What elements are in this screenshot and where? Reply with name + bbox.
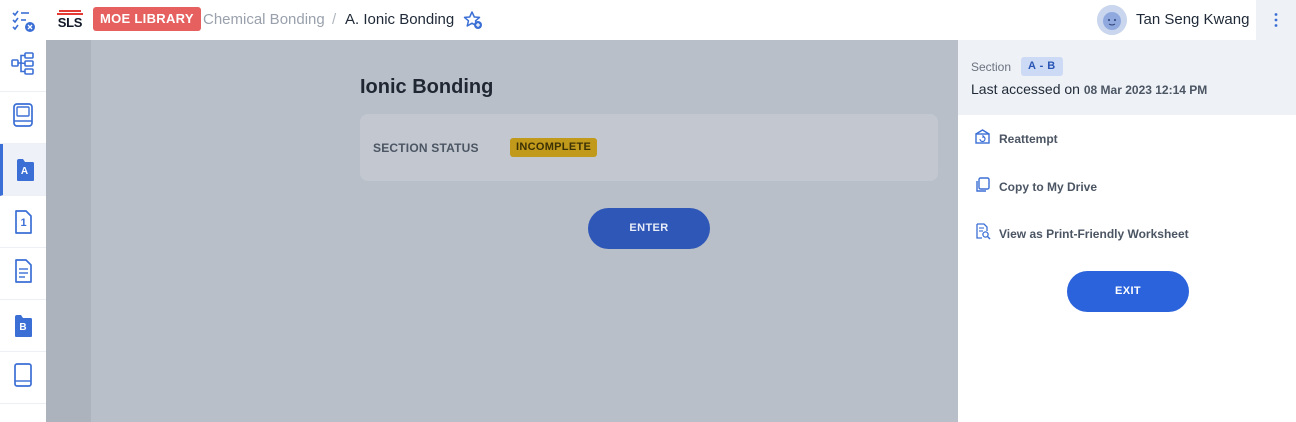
rail-item-end[interactable]: [0, 352, 46, 404]
tree-structure-icon: [10, 50, 36, 81]
section-options-panel: Section A - B Last accessed on 08 Mar 20…: [958, 40, 1296, 422]
rail-item-page-1[interactable]: 1: [0, 196, 46, 248]
page-1-number: 1: [20, 216, 27, 229]
section-b-icon: B: [12, 313, 34, 339]
sls-logo[interactable]: SLS: [57, 10, 83, 30]
reattempt-label: Reattempt: [999, 132, 1058, 146]
menu-checklist-icon[interactable]: [10, 8, 36, 34]
reattempt-action[interactable]: Reattempt: [974, 129, 1058, 149]
moe-library-badge: MOE LIBRARY: [93, 7, 201, 31]
section-label: Section: [971, 60, 1012, 74]
section-a-letter: A: [20, 165, 29, 177]
avatar[interactable]: [1097, 5, 1127, 35]
enter-button[interactable]: ENTER: [588, 208, 710, 249]
print-friendly-label: View as Print-Friendly Worksheet: [999, 227, 1189, 241]
page-title: Ionic Bonding: [360, 76, 494, 98]
user-name[interactable]: Tan Seng Kwang: [1136, 11, 1249, 28]
breadcrumb-current: A. Ionic Bonding: [345, 11, 455, 28]
last-accessed: Last accessed on 08 Mar 2023 12:14 PM: [971, 81, 1207, 97]
last-accessed-date: 08 Mar 2023 12:14 PM: [1083, 83, 1208, 97]
section-a-icon: A: [14, 157, 36, 183]
print-preview-icon: [974, 223, 991, 245]
rail-item-section-b[interactable]: B: [0, 300, 46, 352]
section-b-letter: B: [19, 321, 27, 333]
rail-item-document[interactable]: [0, 248, 46, 300]
document-icon: [12, 258, 34, 289]
main-left-strip: [46, 40, 91, 422]
rail-item-section-a[interactable]: A: [0, 144, 46, 196]
sls-logo-text: SLS: [57, 15, 83, 30]
book-icon: [11, 102, 35, 133]
status-badge: INCOMPLETE: [510, 138, 598, 157]
copy-to-drive-action[interactable]: Copy to My Drive: [974, 177, 1097, 197]
section-range-chip: A - B: [1021, 57, 1063, 76]
section-status-label: SECTION STATUS: [373, 141, 479, 155]
breadcrumb-separator: /: [332, 11, 337, 28]
favourite-star-icon[interactable]: [463, 10, 483, 30]
print-friendly-action[interactable]: View as Print-Friendly Worksheet: [974, 223, 1189, 245]
main-content-overlay: Ionic Bonding SECTION STATUS INCOMPLETE …: [46, 40, 958, 422]
copy-to-drive-label: Copy to My Drive: [999, 180, 1098, 194]
more-vertical-icon[interactable]: [1256, 0, 1296, 40]
last-accessed-label: Last accessed on: [971, 81, 1080, 97]
page-1-icon: 1: [12, 209, 34, 235]
panel-header: Section A - B Last accessed on 08 Mar 20…: [958, 40, 1296, 115]
top-bar: SLS MOE LIBRARY Chemical Bonding / A. Io…: [0, 0, 1296, 40]
breadcrumb-parent[interactable]: Chemical Bonding: [203, 11, 325, 28]
left-navigation-rail: A 1 B: [0, 40, 46, 422]
reattempt-icon: [974, 128, 991, 150]
rail-item-cover[interactable]: [0, 92, 46, 144]
exit-button[interactable]: EXIT: [1067, 271, 1189, 312]
book-end-icon: [11, 362, 35, 393]
rail-item-lesson-map[interactable]: [0, 40, 46, 92]
copy-icon: [974, 176, 991, 198]
section-status-card: SECTION STATUS INCOMPLETE: [360, 114, 938, 181]
